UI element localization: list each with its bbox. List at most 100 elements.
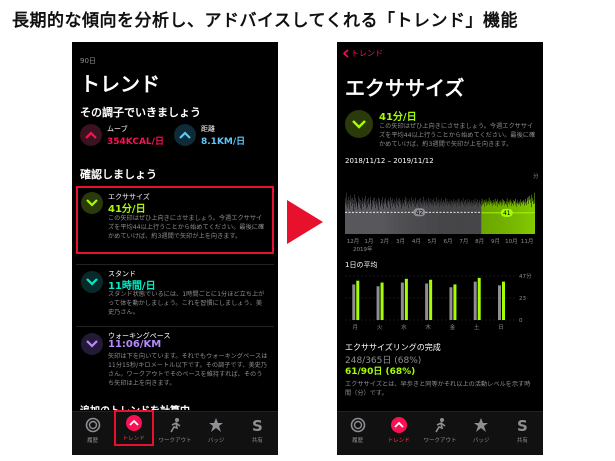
daily-average-title: 1日の平均: [345, 261, 378, 269]
x-tick-label: 10月: [505, 238, 518, 245]
exercise-value: 41分/日: [379, 112, 417, 123]
ring-title: エクササイズリングの完成: [345, 343, 441, 352]
x-tick-label: 9月: [491, 238, 500, 245]
chart-bar: [376, 286, 380, 320]
exercise-desc: この矢印はぜひ上向きにさせましょう。今週エクササイズを平均44以上行うことから始…: [108, 215, 265, 240]
svg-text:S: S: [517, 417, 528, 433]
badge-icon: [472, 416, 490, 434]
exercise-value: 41分/日: [108, 204, 146, 215]
y-tick-label: 0: [519, 318, 523, 324]
chart-bar: [453, 284, 457, 320]
share-icon: S: [513, 416, 531, 434]
down-arrow-icon: [81, 333, 103, 355]
up-arrow-icon: [174, 124, 196, 146]
exercise-footer: エクササイズとは、早歩きと同等かそれ以上の活動レベルを示す時間（分）です。: [345, 381, 531, 397]
tab-bar: 履歴 トレンド ワークアウト バッジ S 共有: [72, 410, 278, 455]
tab-bar: 履歴 トレンド ワークアウト バッジ S 共有: [337, 411, 543, 455]
tab-sharing[interactable]: S 共有: [502, 416, 542, 444]
back-button[interactable]: トレンド: [343, 48, 383, 59]
down-arrow-icon: [81, 192, 103, 214]
transition-arrow-icon: [287, 200, 323, 244]
x-tick-label: 11月: [521, 238, 534, 245]
chart-bar: [449, 287, 453, 320]
move-value: 354KCAL/日: [107, 137, 164, 147]
move-trend[interactable]: ムーブ 354KCAL/日: [80, 124, 164, 147]
year-label: 2019年: [353, 245, 373, 253]
tab-label: ワークアウト: [158, 438, 192, 444]
average-label-old: 42: [416, 210, 424, 217]
distance-value: 8.1KM/日: [201, 137, 246, 147]
tab-label: 履歴: [87, 438, 99, 444]
tab-history[interactable]: 履歴: [338, 416, 378, 444]
tab-workout[interactable]: ワークアウト: [155, 416, 195, 444]
trends-screen: 90日 トレンド その調子でいきましょう ムーブ 354KCAL/日 距離 8.…: [72, 42, 278, 455]
tab-badges[interactable]: バッジ: [196, 416, 236, 444]
daily-average-chart: 47分 23 0 月 火 水 木 金 土 日: [345, 272, 532, 331]
x-tick-label: 土: [474, 323, 480, 331]
tab-trends[interactable]: トレンド: [113, 410, 154, 446]
workout-icon: [431, 416, 449, 434]
x-tick-label: 5月: [428, 238, 437, 245]
badge-icon: [207, 416, 225, 434]
workout-icon: [166, 416, 184, 434]
yearly-exercise-chart: 分 42 41 12月 1月 2月 3月 4月 5月 6月 7月 8月 9月 10月 11月 2019年: [345, 172, 539, 253]
trend-icon: [125, 414, 143, 432]
chart-bar: [425, 283, 429, 320]
tab-label: 履歴: [352, 438, 364, 444]
x-tick-label: 8月: [475, 238, 484, 245]
x-tick-label: 木: [425, 323, 431, 331]
chart-bar: [404, 278, 408, 320]
distance-trend[interactable]: 距離 8.1KM/日: [174, 124, 245, 147]
page-title: トレンド: [80, 72, 160, 96]
back-label: トレンド: [351, 49, 383, 58]
trend-icon: [390, 416, 408, 434]
chart-bar: [473, 281, 477, 320]
x-tick-label: 7月: [459, 238, 468, 245]
x-tick-label: 火: [377, 325, 383, 331]
tab-label: バッジ: [207, 438, 225, 444]
chart-bar: [400, 282, 404, 320]
tab-workout[interactable]: ワークアウト: [420, 416, 460, 444]
y-tick-label: 47分: [519, 272, 532, 280]
x-tick-label: 12月: [347, 238, 360, 245]
x-tick-label: 4月: [412, 238, 421, 245]
x-tick-label: 3月: [396, 238, 405, 245]
x-tick-label: 水: [401, 323, 407, 331]
date-range: 2018/11/12 – 2019/11/12: [345, 157, 434, 165]
tab-label: ワークアウト: [423, 438, 457, 444]
distance-label: 距離: [201, 125, 215, 133]
history-icon: [84, 416, 102, 434]
chart-bar: [429, 279, 433, 320]
tab-sharing[interactable]: S 共有: [237, 416, 277, 444]
stand-desc: スタンド状態でいるには、1時間ごとに1分ほど立ち上がって体を動かしましょう。これ…: [108, 291, 265, 316]
x-tick-label: 金: [450, 323, 456, 331]
tab-label: トレンド: [387, 438, 410, 444]
tab-trends[interactable]: トレンド: [379, 416, 419, 444]
up-arrow-icon: [80, 124, 102, 146]
tab-badges[interactable]: バッジ: [461, 416, 501, 444]
exercise-trend[interactable]: エクササイズ 41分/日 この矢印はぜひ上向きにさせましょう。今週エクササイズを…: [76, 186, 274, 254]
svg-text:S: S: [252, 417, 263, 433]
y-tick-label: 23: [519, 296, 526, 302]
chart-bar: [502, 281, 505, 320]
stand-trend[interactable]: スタンド 11時間/日 スタンド状態でいるには、1時間ごとに1分ほど立ち上がって…: [76, 264, 274, 322]
tab-label: 共有: [251, 438, 263, 444]
down-arrow-icon: [345, 110, 373, 138]
x-tick-label: 月: [353, 324, 359, 331]
share-icon: S: [248, 416, 266, 434]
down-arrow-icon: [81, 271, 103, 293]
period-label: 90日: [80, 57, 96, 65]
history-icon: [349, 416, 367, 434]
x-tick-label: 日: [498, 324, 504, 331]
walking-pace-trend[interactable]: ウォーキングペース 11:06/KM 矢印は下を向いています。それでもウォーキン…: [76, 326, 274, 396]
chart-bar: [352, 284, 356, 320]
detail-title: エクササイズ: [345, 76, 465, 100]
chart-bar: [356, 280, 360, 320]
x-tick-label: 1月: [364, 238, 373, 245]
tab-history[interactable]: 履歴: [73, 416, 113, 444]
move-label: ムーブ: [107, 125, 128, 133]
exercise-detail-screen: トレンド エクササイズ 41分/日 この矢印はぜひ上向きにさせましょう。今週エク…: [337, 42, 543, 455]
average-label-new: 41: [503, 210, 511, 217]
x-tick-label: 2月: [380, 238, 389, 245]
chart-bar: [498, 285, 501, 320]
